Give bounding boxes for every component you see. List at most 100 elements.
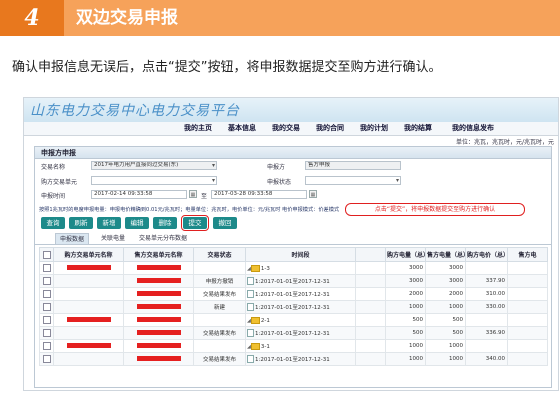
period-text: 1:2017-01-01至2017-12-31 xyxy=(255,330,330,337)
trade-status-cell: 交易结果发布 xyxy=(193,326,246,340)
period-cell: ◢ 1-3 xyxy=(245,261,356,275)
time-start-input[interactable]: 2017-02-14 09:33:58 xyxy=(91,190,187,199)
trade-status-cell xyxy=(193,339,246,353)
checkbox[interactable] xyxy=(42,303,51,311)
nav-item-my-info[interactable]: 我的信息发布 xyxy=(452,123,494,133)
chevron-down-icon: ▾ xyxy=(211,177,215,184)
row-select-cell[interactable] xyxy=(39,287,54,301)
submit-button[interactable]: 提交 xyxy=(181,215,209,231)
buyer-unit-select[interactable]: ▾ xyxy=(91,176,217,185)
seller-quantity-cell: 3000 xyxy=(425,274,466,288)
buyer-quantity-cell: 1000 xyxy=(385,352,426,366)
seller-price-cell xyxy=(507,352,548,366)
chevron-down-icon: ▾ xyxy=(211,162,215,169)
spacer-cell xyxy=(355,287,386,301)
add-button[interactable]: 新增 xyxy=(97,217,121,229)
buyer-quantity-cell: 500 xyxy=(385,326,426,340)
nav-item-my-settlement[interactable]: 我的结算 xyxy=(404,123,432,133)
panel-title: 申报方申报 xyxy=(41,149,76,157)
trade-status-cell: 申报方撤销 xyxy=(193,274,246,288)
row-select-cell[interactable] xyxy=(39,261,54,275)
declare-time-label: 申报时间 xyxy=(41,193,66,200)
nav-item-home[interactable]: 我的主页 xyxy=(184,123,212,133)
nav-item-my-contract[interactable]: 我的合同 xyxy=(316,123,344,133)
buyer-quantity-cell: 3000 xyxy=(385,261,426,275)
declare-info-line: 按照1兆瓦时的电度申报电量：申报电价精确到0.01元/兆瓦时；电量单位：兆瓦时，… xyxy=(39,207,340,213)
table-row[interactable]: 新建 1:2017-01-01至2017-12-31 1000 1000 330.00 xyxy=(39,300,548,314)
app-banner: 山东电力交易中心电力交易平台 xyxy=(24,98,558,122)
delete-button[interactable]: 删除 xyxy=(153,217,177,229)
calendar-icon[interactable]: ▦ xyxy=(309,190,317,198)
column-header: 购方电量（总） xyxy=(385,247,426,262)
period-text: 1-3 xyxy=(260,265,270,272)
seller-quantity-cell: 500 xyxy=(425,326,466,340)
row-select-cell[interactable] xyxy=(39,274,54,288)
buyer-price-cell: 330.00 xyxy=(465,300,508,314)
trade-status-cell xyxy=(193,261,246,275)
table-row[interactable]: ◢ 3-1 1000 1000 xyxy=(39,339,548,353)
period-text: 1:2017-01-01至2017-12-31 xyxy=(255,291,330,298)
tab-declare-data[interactable]: 申报数据 xyxy=(55,233,90,244)
seller-price-cell xyxy=(507,326,548,340)
tab-related-quantity[interactable]: 关联电量 xyxy=(101,233,125,244)
buyer-price-cell xyxy=(465,339,508,353)
refresh-button[interactable]: 刷新 xyxy=(69,217,93,229)
spacer-cell xyxy=(355,352,386,366)
trade-name-label: 交易名称 xyxy=(41,164,66,171)
table-row[interactable]: 交易结果发布 1:2017-01-01至2017-12-31 1000 1000 340… xyxy=(39,352,548,366)
table-row[interactable]: 交易结果发布 1:2017-01-01至2017-12-31 2000 2000 310… xyxy=(39,287,548,301)
file-icon xyxy=(247,290,254,299)
instruction-text: 确认申报信息无误后，点击“提交”按钮，将申报数据提交至购方进行确认。 xyxy=(12,60,442,75)
file-icon xyxy=(247,303,254,312)
seller-quantity-cell: 500 xyxy=(425,313,466,327)
submit-callout: 点击“提交”，将申报数据提交至购方进行确认 xyxy=(345,203,525,216)
folder-icon xyxy=(250,264,260,272)
checkbox[interactable] xyxy=(42,264,51,272)
nav-item-basic-info[interactable]: 基本信息 xyxy=(228,123,256,133)
time-end-input[interactable]: 2017-03-28 09:33:58 xyxy=(211,190,307,199)
checkbox[interactable] xyxy=(42,316,51,324)
nav-item-my-plan[interactable]: 我的计划 xyxy=(360,123,388,133)
spacer-cell xyxy=(355,300,386,314)
checkbox[interactable] xyxy=(42,355,51,363)
column-header: 交易状态 xyxy=(193,247,246,262)
checkbox[interactable] xyxy=(42,342,51,350)
buyer-quantity-cell: 1000 xyxy=(385,300,426,314)
step-header: 4 双边交易申报 xyxy=(0,0,560,36)
trade-name-select[interactable]: 2017年电力用户直接同过交易(东) ▾ xyxy=(91,161,217,170)
row-select-cell[interactable] xyxy=(39,313,54,327)
checkbox[interactable] xyxy=(42,250,51,259)
withdraw-button[interactable]: 撤回 xyxy=(213,217,237,229)
checkbox[interactable] xyxy=(42,329,51,337)
seller-price-cell xyxy=(507,339,548,353)
table-row[interactable]: 交易结果发布 1:2017-01-01至2017-12-31 500 500 336.9… xyxy=(39,326,548,340)
checkbox[interactable] xyxy=(42,290,51,298)
seller-quantity-cell: 1000 xyxy=(425,300,466,314)
row-select-cell[interactable] xyxy=(39,326,54,340)
column-header: 购方电价（总） xyxy=(465,247,508,262)
trade-status-cell: 新建 xyxy=(193,300,246,314)
buyer-unit-cell xyxy=(53,326,124,340)
tab-unit-distribution[interactable]: 交易单元分布数据 xyxy=(139,233,187,244)
row-select-cell[interactable] xyxy=(39,352,54,366)
table-row[interactable]: ◢ 2-1 500 500 xyxy=(39,313,548,327)
seller-price-cell xyxy=(507,300,548,314)
spacer-cell xyxy=(355,274,386,288)
table-row[interactable]: ◢ 1-3 3000 3000 xyxy=(39,261,548,275)
seller-price-cell xyxy=(507,274,548,288)
select-all-header[interactable] xyxy=(39,247,54,262)
calendar-icon[interactable]: ▦ xyxy=(189,190,197,198)
declare-status-select[interactable]: ▾ xyxy=(305,176,401,185)
row-select-cell[interactable] xyxy=(39,300,54,314)
query-button[interactable]: 查询 xyxy=(41,217,65,229)
table-row[interactable]: 申报方撤销 1:2017-01-01至2017-12-31 3000 3000 337.… xyxy=(39,274,548,288)
redaction-mark xyxy=(136,343,181,348)
edit-button[interactable]: 编辑 xyxy=(125,217,149,229)
app-screenshot: 山东电力交易中心电力交易平台 我的主页 基本信息 我的交易 我的合同 我的计划 … xyxy=(23,97,559,391)
nav-item-my-trade[interactable]: 我的交易 xyxy=(272,123,300,133)
checkbox[interactable] xyxy=(42,277,51,285)
period-text: 3-1 xyxy=(260,343,270,350)
step-number: 4 xyxy=(0,0,64,36)
row-select-cell[interactable] xyxy=(39,339,54,353)
declarer-label: 申报方 xyxy=(267,164,286,171)
